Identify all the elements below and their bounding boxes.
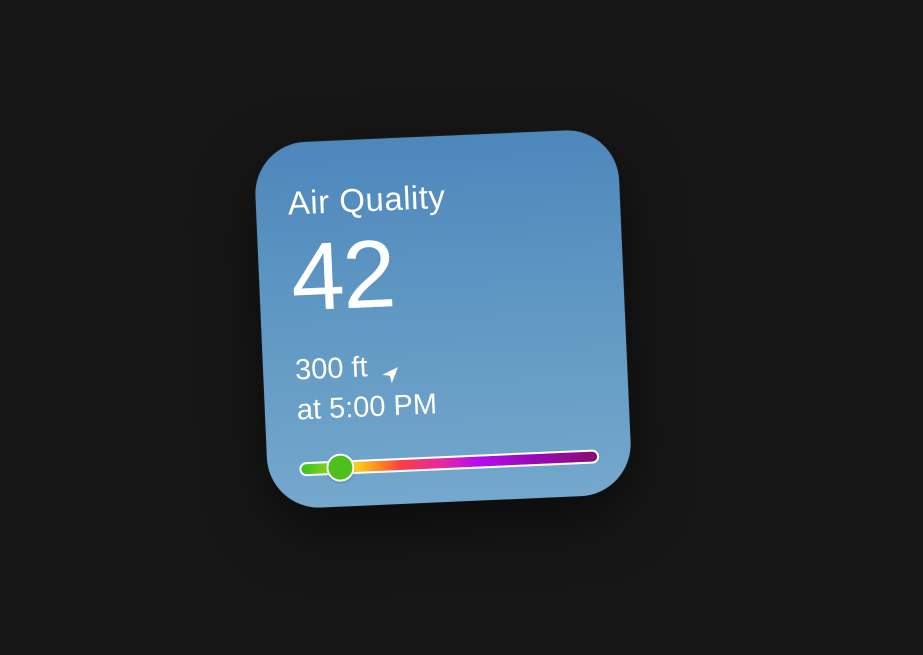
widget-title: Air Quality [286,177,447,222]
aqi-scale [299,446,602,483]
elevation-row: 300 ft [294,344,436,390]
air-quality-widget[interactable]: Air Quality 42 300 ft at 5:00 PM [253,128,633,510]
elevation-text: 300 ft [294,351,369,387]
time-text: at 5:00 PM [296,388,438,427]
time-row: at 5:00 PM [296,384,438,430]
location-arrow-icon [379,356,400,384]
aqi-value: 42 [288,220,397,332]
aqi-level-indicator [325,453,355,483]
widget-details: 300 ft at 5:00 PM [294,344,438,430]
desktop-background: Air Quality 42 300 ft at 5:00 PM [0,0,923,655]
